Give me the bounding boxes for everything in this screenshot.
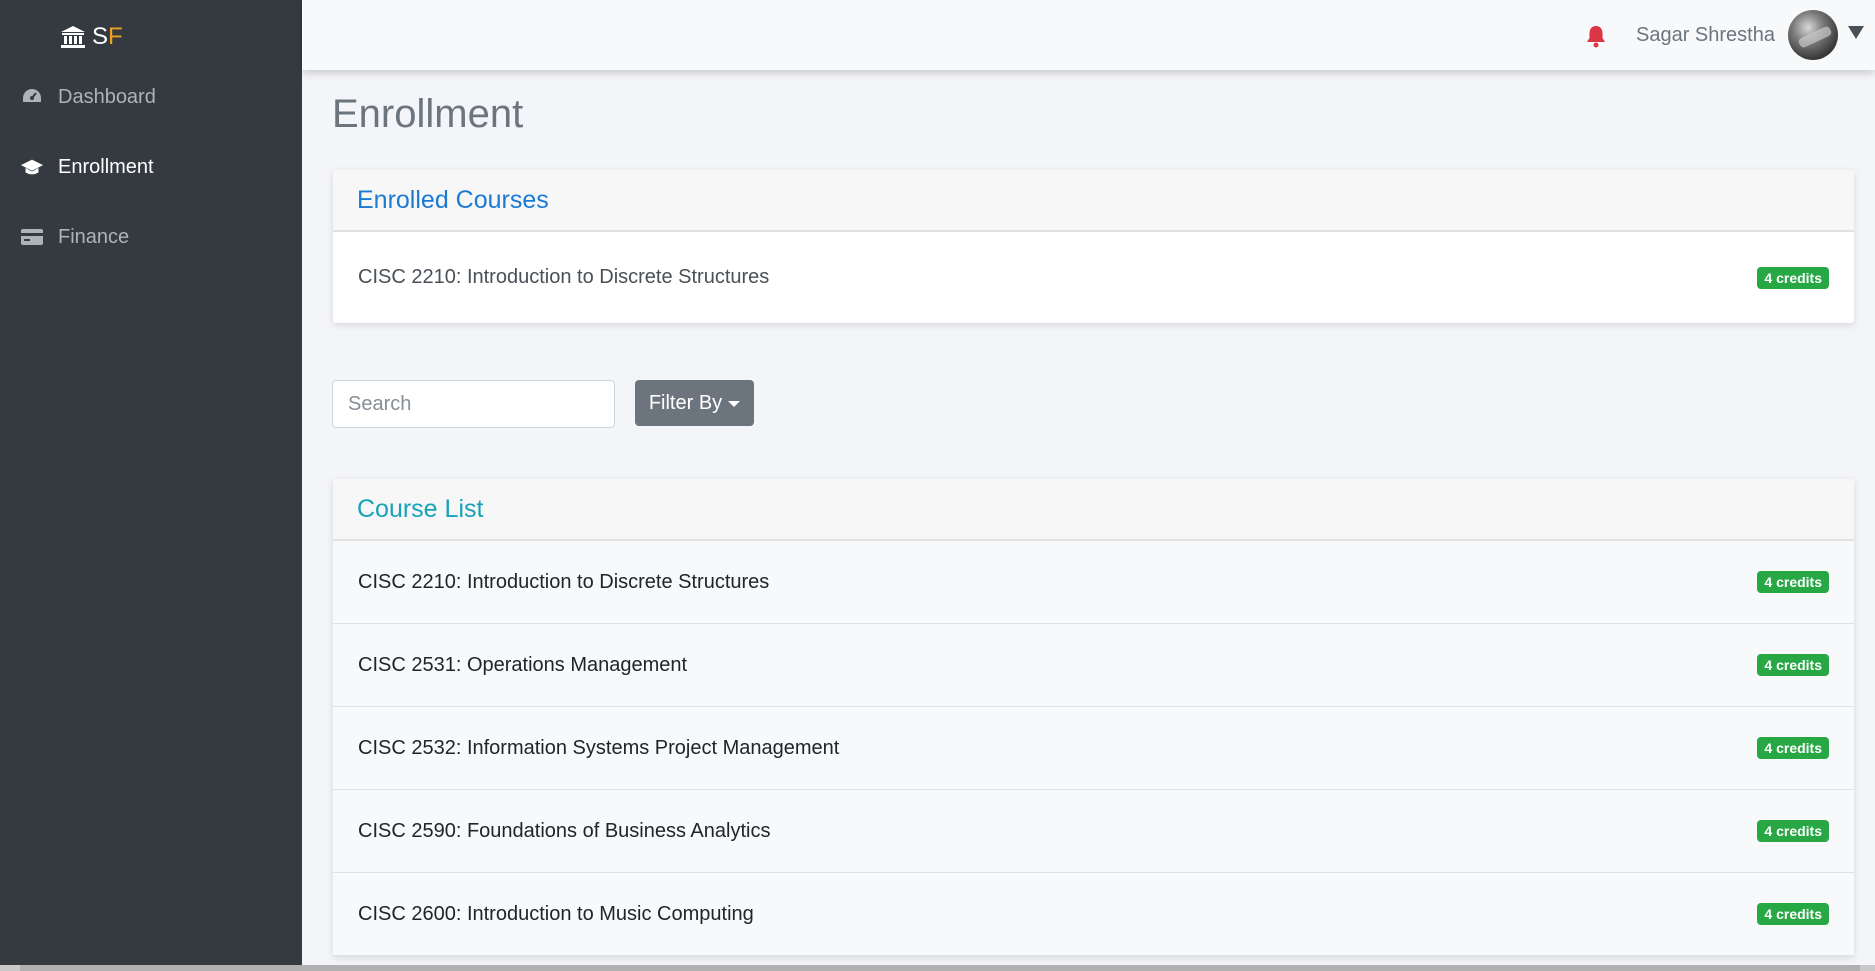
enrolled-courses-card: Enrolled Courses CISC 2210: Introduction… xyxy=(333,170,1854,323)
graduation-cap-icon xyxy=(20,155,44,179)
caret-down-icon xyxy=(728,401,741,407)
brand-text: SF xyxy=(92,23,123,51)
sidebar-item-finance[interactable]: Finance xyxy=(0,217,302,257)
course-list-card: Course List CISC 2210: Introduction to D… xyxy=(333,479,1854,956)
page-title: Enrollment xyxy=(332,92,524,136)
credits-badge: 4 credits xyxy=(1757,266,1829,289)
list-item[interactable]: CISC 2600: Introduction to Music Computi… xyxy=(333,873,1854,956)
filter-by-label: Filter By xyxy=(648,391,723,414)
sidebar-item-label: Finance xyxy=(58,225,130,248)
sidebar-item-dashboard[interactable]: Dashboard xyxy=(0,77,302,117)
bank-icon xyxy=(61,26,85,48)
list-item[interactable]: CISC 2590: Foundations of Business Analy… xyxy=(333,790,1854,873)
sidebar: SF Dashboard Enrollment Finance xyxy=(0,0,302,971)
course-list-header: Course List xyxy=(333,479,1854,541)
credit-card-icon xyxy=(20,225,44,249)
sidebar-item-enrollment[interactable]: Enrollment xyxy=(0,147,302,187)
credits-badge: 4 credits xyxy=(1757,737,1829,759)
list-item[interactable]: CISC 2210: Introduction to Discrete Stru… xyxy=(333,541,1854,624)
list-item[interactable]: CISC 2210: Introduction to Discrete Stru… xyxy=(333,232,1854,323)
course-name: CISC 2600: Introduction to Music Computi… xyxy=(358,902,754,925)
course-name: CISC 2210: Introduction to Discrete Stru… xyxy=(358,570,770,593)
horizontal-scrollbar[interactable] xyxy=(0,965,1875,971)
credits-badge: 4 credits xyxy=(1757,820,1829,842)
user-name[interactable]: Sagar Shrestha xyxy=(1636,24,1775,47)
filter-by-button[interactable]: Filter By xyxy=(635,380,754,426)
sidebar-item-label: Dashboard xyxy=(58,85,156,108)
list-item[interactable]: CISC 2532: Information Systems Project M… xyxy=(333,707,1854,790)
search-input[interactable] xyxy=(332,380,615,428)
sidebar-item-label: Enrollment xyxy=(58,155,154,178)
brand-initial-s: S xyxy=(92,23,109,50)
course-name: CISC 2210: Introduction to Discrete Stru… xyxy=(358,266,770,288)
avatar[interactable] xyxy=(1788,10,1838,60)
bell-icon[interactable] xyxy=(1585,24,1607,48)
list-item[interactable]: CISC 2531: Operations Management 4 credi… xyxy=(333,624,1854,707)
tachometer-icon xyxy=(20,85,44,109)
credits-badge: 4 credits xyxy=(1757,903,1829,925)
credits-badge: 4 credits xyxy=(1757,654,1829,676)
brand-initial-f: F xyxy=(108,23,123,50)
enrolled-courses-header: Enrolled Courses xyxy=(333,170,1854,232)
scrollbar-thumb[interactable] xyxy=(20,965,1860,971)
course-name: CISC 2531: Operations Management xyxy=(358,653,688,676)
brand-logo[interactable]: SF xyxy=(60,22,123,52)
course-name: CISC 2590: Foundations of Business Analy… xyxy=(358,819,771,842)
chevron-down-icon[interactable] xyxy=(1848,26,1864,39)
course-name: CISC 2532: Information Systems Project M… xyxy=(358,736,840,759)
credits-badge: 4 credits xyxy=(1757,571,1829,593)
